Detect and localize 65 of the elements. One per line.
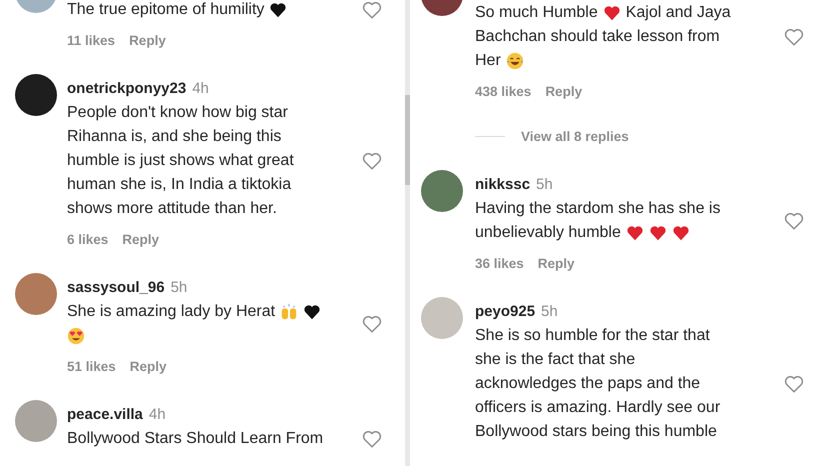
heart-icon xyxy=(783,26,805,48)
comment-text: Bollywood Stars Should Learn From xyxy=(67,430,324,448)
comment-text: Bachchan should take lesson from xyxy=(475,28,720,46)
username[interactable]: sassysoul_96 xyxy=(67,276,165,300)
like-button[interactable] xyxy=(783,373,805,395)
like-button[interactable] xyxy=(783,210,805,232)
view-replies-link[interactable]: View all 8 replies xyxy=(521,128,629,144)
like-button[interactable] xyxy=(361,0,383,21)
like-count[interactable]: 11 likes xyxy=(67,32,116,48)
comment-time: 5h xyxy=(541,302,558,322)
comment-text: Her xyxy=(475,52,501,70)
like-button[interactable] xyxy=(783,26,805,48)
reply-link[interactable]: Reply xyxy=(545,84,582,98)
like-count[interactable]: 438 likes xyxy=(475,84,532,98)
reply-link[interactable]: Reply xyxy=(129,32,166,48)
heart-icon xyxy=(783,210,805,232)
dark-heart-emoji-icon xyxy=(303,303,322,321)
avatar[interactable] xyxy=(15,74,57,116)
comment-text: shows more attitude than her. xyxy=(67,200,277,218)
comment-text: human she is, In India a tiktokia xyxy=(67,176,292,194)
heart-emoji-icon xyxy=(648,224,667,242)
heart-emoji-icon xyxy=(672,224,690,242)
comment-text: Having the stardom she has she is xyxy=(475,200,720,218)
scrollbar[interactable] xyxy=(405,0,410,466)
heart-emoji-icon xyxy=(626,224,644,242)
heart-icon xyxy=(361,150,383,172)
username[interactable]: peace.villa xyxy=(67,403,143,427)
comment-text: humble is just shows what great xyxy=(67,152,294,170)
comment-text: So much Humble xyxy=(475,4,598,22)
username[interactable]: peyo925 xyxy=(475,300,536,324)
comment-text: unbelievably humble xyxy=(475,224,621,242)
reply-link[interactable]: Reply xyxy=(538,256,575,270)
like-button[interactable] xyxy=(361,428,383,450)
heart-icon xyxy=(361,0,383,21)
laughing-tears-emoji-icon xyxy=(506,52,524,70)
comment-text: officers is amazing. Hardly see our xyxy=(475,399,720,417)
raised-hands-emoji-icon xyxy=(280,303,298,321)
comment-text: Rihanna is, and she being this xyxy=(67,128,282,146)
comment-text: Kajol and Jaya xyxy=(626,4,731,22)
comment-text: acknowledges the paps and the xyxy=(475,375,700,393)
comment-text: People don't know how big star xyxy=(67,104,288,122)
like-count[interactable]: 51 likes xyxy=(67,358,116,374)
comment-text: The true epitome of humility xyxy=(67,1,264,19)
reply-link[interactable]: Reply xyxy=(130,358,167,374)
heart-icon xyxy=(361,313,383,335)
comment-text: Bollywood stars being this humble xyxy=(475,423,717,441)
like-button[interactable] xyxy=(361,313,383,335)
heart-icon xyxy=(361,428,383,450)
like-count[interactable]: 36 likes xyxy=(475,256,524,270)
like-count[interactable]: 6 likes xyxy=(67,232,108,246)
comment-text: She is amazing lady by Herat xyxy=(67,303,276,321)
comment-time: 5h xyxy=(170,278,188,298)
like-button[interactable] xyxy=(361,150,383,172)
comment-text: She is so humble for the star that xyxy=(475,327,710,345)
dark-heart-emoji-icon xyxy=(269,1,288,19)
comment-time: 4h xyxy=(192,79,209,99)
reply-link[interactable]: Reply xyxy=(122,232,160,246)
comment-text: she is the fact that she xyxy=(475,351,636,369)
heart-icon xyxy=(783,373,805,395)
heart-eyes-emoji-icon xyxy=(67,327,85,345)
comment-time: 4h xyxy=(148,405,166,425)
username[interactable]: onetrickponyy23 xyxy=(67,77,186,101)
comment-time: 5h xyxy=(536,175,553,195)
heart-emoji-icon xyxy=(602,4,621,22)
username[interactable]: nikkssc xyxy=(475,173,530,197)
